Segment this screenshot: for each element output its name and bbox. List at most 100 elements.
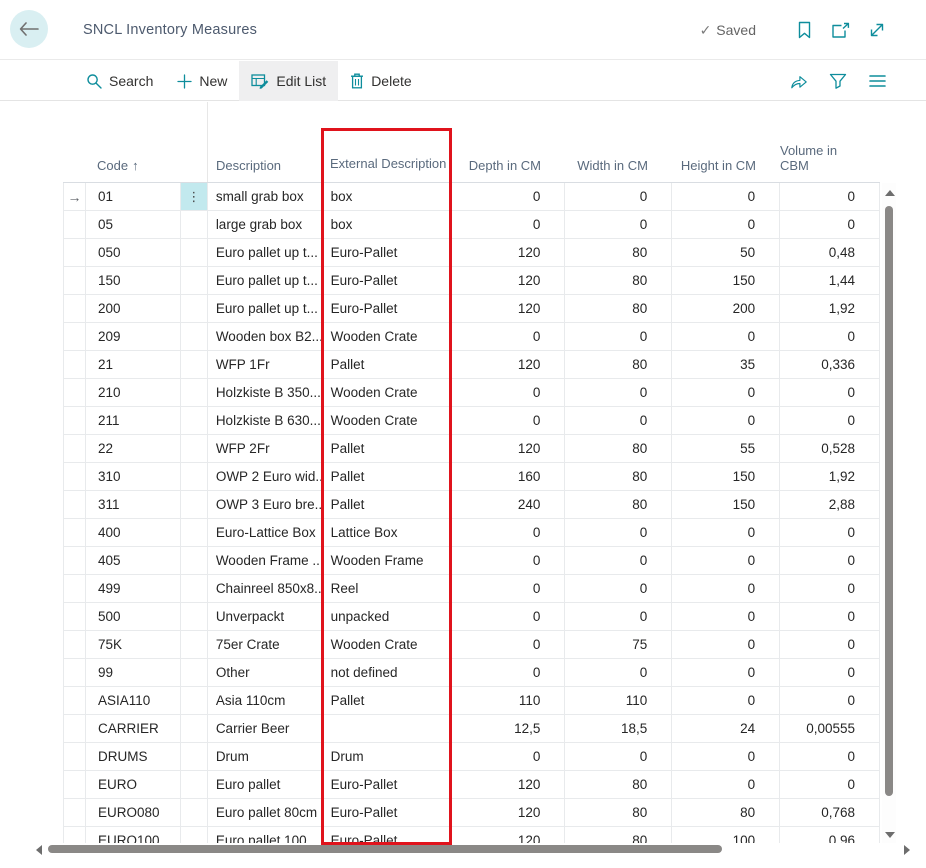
cell-code[interactable]: 22 [86, 435, 181, 462]
row-marker-arrow-icon[interactable]: → [64, 183, 86, 210]
row-menu-cell[interactable] [181, 295, 208, 322]
cell-depth[interactable]: 110 [452, 687, 565, 714]
cell-external-description[interactable]: Pallet [323, 351, 453, 378]
row-selector-cell[interactable] [64, 435, 86, 462]
cell-depth[interactable]: 0 [452, 631, 565, 658]
cell-width[interactable]: 0 [565, 183, 672, 210]
scroll-up-arrow-icon[interactable] [885, 190, 895, 196]
cell-width[interactable]: 80 [565, 771, 672, 798]
cell-external-description[interactable]: Pallet [323, 435, 453, 462]
cell-code[interactable]: 01 [86, 183, 181, 210]
cell-code[interactable]: DRUMS [86, 743, 181, 770]
cell-external-description[interactable]: Wooden Crate [323, 631, 453, 658]
cell-description[interactable]: OWP 2 Euro wid... [208, 463, 323, 490]
cell-description[interactable]: WFP 2Fr [208, 435, 323, 462]
cell-external-description[interactable]: unpacked [323, 603, 453, 630]
cell-code[interactable]: 75K [86, 631, 181, 658]
cell-volume[interactable]: 1,44 [780, 267, 880, 294]
cell-depth[interactable]: 120 [452, 827, 565, 843]
cell-width[interactable]: 0 [565, 743, 672, 770]
edit-list-button[interactable]: Edit List [239, 61, 338, 101]
row-selector-cell[interactable] [64, 715, 86, 742]
row-menu-cell[interactable] [181, 267, 208, 294]
cell-volume[interactable]: 1,92 [780, 463, 880, 490]
expand-icon[interactable] [867, 21, 886, 40]
cell-external-description[interactable]: Wooden Crate [323, 379, 453, 406]
cell-depth[interactable]: 0 [452, 379, 565, 406]
row-menu-cell[interactable] [181, 351, 208, 378]
cell-volume[interactable]: 0,528 [780, 435, 880, 462]
row-menu-cell[interactable] [181, 743, 208, 770]
column-header-volume[interactable]: Volume in CBM [780, 102, 880, 182]
cell-width[interactable]: 80 [565, 799, 672, 826]
row-menu-cell[interactable] [181, 211, 208, 238]
row-selector-cell[interactable] [64, 771, 86, 798]
cell-height[interactable]: 0 [672, 659, 780, 686]
cell-volume[interactable]: 0 [780, 211, 880, 238]
cell-width[interactable]: 0 [565, 407, 672, 434]
cell-description[interactable]: Unverpackt [208, 603, 323, 630]
row-menu-cell[interactable] [181, 519, 208, 546]
scroll-down-arrow-icon[interactable] [885, 832, 895, 838]
cell-depth[interactable]: 120 [452, 295, 565, 322]
cell-external-description[interactable]: Euro-Pallet [323, 295, 453, 322]
row-menu-cell[interactable] [181, 659, 208, 686]
cell-width[interactable]: 80 [565, 435, 672, 462]
cell-volume[interactable]: 0 [780, 547, 880, 574]
cell-height[interactable]: 0 [672, 183, 780, 210]
cell-height[interactable]: 150 [672, 491, 780, 518]
cell-description[interactable]: Euro pallet 100... [208, 827, 323, 843]
cell-volume[interactable]: 0,00555 [780, 715, 880, 742]
row-selector-cell[interactable] [64, 547, 86, 574]
row-selector-cell[interactable] [64, 575, 86, 602]
row-menu-cell[interactable] [181, 687, 208, 714]
cell-description[interactable]: WFP 1Fr [208, 351, 323, 378]
cell-volume[interactable]: 1,92 [780, 295, 880, 322]
cell-depth[interactable]: 0 [452, 575, 565, 602]
cell-description[interactable]: Euro pallet [208, 771, 323, 798]
row-selector-cell[interactable] [64, 659, 86, 686]
row-menu-cell[interactable] [181, 407, 208, 434]
row-selector-cell[interactable] [64, 631, 86, 658]
cell-depth[interactable]: 120 [452, 351, 565, 378]
cell-description[interactable]: Chainreel 850x8... [208, 575, 323, 602]
cell-height[interactable]: 150 [672, 463, 780, 490]
cell-depth[interactable]: 120 [452, 239, 565, 266]
cell-depth[interactable]: 120 [452, 267, 565, 294]
cell-code[interactable]: 050 [86, 239, 181, 266]
cell-external-description[interactable]: Wooden Crate [323, 407, 453, 434]
cell-depth[interactable]: 0 [452, 659, 565, 686]
column-header-external-description[interactable]: External Description [322, 102, 452, 182]
row-menu-cell[interactable] [181, 463, 208, 490]
cell-description[interactable]: Euro pallet 80cm [208, 799, 323, 826]
cell-external-description[interactable]: Pallet [323, 491, 453, 518]
cell-external-description[interactable]: Pallet [323, 687, 453, 714]
cell-height[interactable]: 0 [672, 379, 780, 406]
open-in-new-window-icon[interactable] [831, 21, 850, 40]
cell-external-description[interactable]: Euro-Pallet [323, 267, 453, 294]
cell-height[interactable]: 0 [672, 547, 780, 574]
row-menu-cell[interactable] [181, 771, 208, 798]
cell-external-description[interactable]: Pallet [323, 463, 453, 490]
cell-volume[interactable]: 0 [780, 407, 880, 434]
cell-volume[interactable]: 0,48 [780, 239, 880, 266]
row-menu-cell[interactable] [181, 631, 208, 658]
new-button[interactable]: New [165, 61, 239, 101]
cell-description[interactable]: small grab box [208, 183, 323, 210]
cell-width[interactable]: 80 [565, 827, 672, 843]
cell-code[interactable]: 211 [86, 407, 181, 434]
cell-code[interactable]: 400 [86, 519, 181, 546]
horizontal-scrollbar-thumb[interactable] [48, 845, 722, 853]
row-selector-cell[interactable] [64, 687, 86, 714]
row-selector-cell[interactable] [64, 267, 86, 294]
cell-description[interactable]: Carrier Beer [208, 715, 323, 742]
row-menu-ellipsis-icon[interactable]: ⋮ [181, 183, 208, 210]
vertical-scrollbar[interactable] [882, 183, 896, 843]
column-header-description[interactable]: Description [207, 102, 322, 182]
cell-code[interactable]: 05 [86, 211, 181, 238]
cell-width[interactable]: 18,5 [565, 715, 672, 742]
cell-description[interactable]: Holzkiste B 630... [208, 407, 323, 434]
cell-external-description[interactable]: Euro-Pallet [323, 771, 453, 798]
cell-code[interactable]: 21 [86, 351, 181, 378]
row-menu-cell[interactable] [181, 379, 208, 406]
